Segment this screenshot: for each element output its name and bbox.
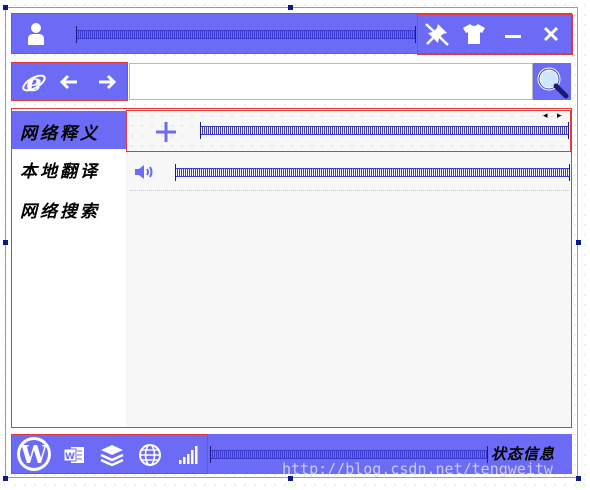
search-input[interactable]: [129, 63, 533, 100]
title-bar: [11, 13, 573, 55]
minimize-button[interactable]: [500, 22, 526, 46]
content-area: [126, 109, 571, 427]
search-button[interactable]: [533, 63, 571, 100]
user-icon[interactable]: [24, 22, 48, 46]
nav-buttons-group: e: [11, 62, 128, 101]
sidebar-item-label: 网络释义: [20, 124, 100, 144]
sidebar: 网络释义 本地翻译 网络搜索: [12, 109, 126, 427]
back-button[interactable]: [56, 69, 82, 95]
sidebar-item-label: 网络搜索: [20, 202, 100, 222]
scroll-right-arrow[interactable]: ▸: [557, 112, 562, 121]
add-button[interactable]: [152, 118, 180, 146]
signal-icon: [176, 443, 200, 467]
sidebar-item-local-translation[interactable]: 本地翻译: [12, 151, 126, 187]
pin-off-icon[interactable]: [422, 20, 452, 48]
ie-icon[interactable]: e: [20, 69, 48, 97]
content-toolbar-spacer: [200, 122, 569, 139]
status-spacer: [210, 446, 488, 463]
wordpress-icon[interactable]: W: [14, 435, 54, 473]
speaker-icon[interactable]: [133, 161, 157, 183]
scroll-left-arrow[interactable]: ◂: [543, 112, 548, 121]
speaker-row-spacer: [175, 164, 570, 181]
watermark: http://blog.csdn.net/tengweitw: [282, 460, 553, 478]
resize-handle-top[interactable]: [288, 5, 293, 10]
globe-icon[interactable]: [137, 442, 163, 468]
sidebar-item-web-definition[interactable]: 网络释义: [12, 111, 126, 149]
title-spacer: [76, 26, 416, 43]
resize-handle-top-left[interactable]: [3, 5, 8, 10]
svg-text:W: W: [65, 452, 75, 462]
layers-icon[interactable]: [99, 442, 125, 468]
svg-text:W: W: [20, 440, 49, 469]
sidebar-item-label: 本地翻译: [20, 162, 100, 182]
forward-button[interactable]: [94, 69, 120, 95]
svg-text:e: e: [26, 70, 41, 96]
resize-handle-right[interactable]: [576, 240, 581, 245]
resize-handle-bottom-left[interactable]: [3, 476, 8, 481]
word-icon[interactable]: W: [62, 443, 86, 467]
resize-handle-left[interactable]: [3, 240, 8, 245]
close-button[interactable]: [538, 22, 564, 46]
speaker-row-divider: [130, 190, 570, 191]
magnifier-icon: [535, 65, 569, 99]
resize-handle-bottom-right[interactable]: [576, 476, 581, 481]
sidebar-item-web-search[interactable]: 网络搜索: [12, 191, 126, 227]
tshirt-icon[interactable]: [460, 21, 488, 47]
